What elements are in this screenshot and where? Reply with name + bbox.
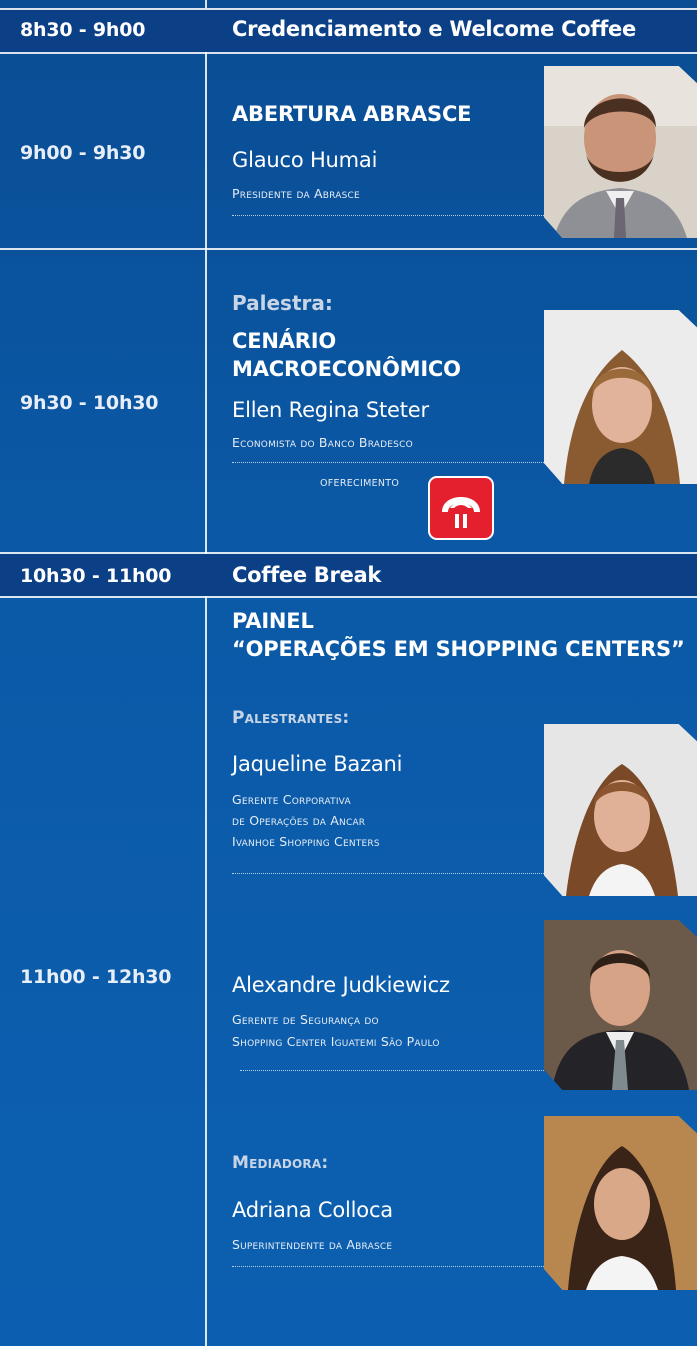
speaker-role: Ivanhoe Shopping Centers <box>232 834 380 849</box>
dotted-rule <box>232 1266 544 1267</box>
speaker-role: Gerente de Segurança do <box>232 1012 379 1027</box>
sponsor-label: OFERECIMENTO <box>320 478 400 489</box>
session-kicker: Palestra: <box>232 291 333 315</box>
dotted-rule <box>232 215 544 216</box>
bradesco-logo <box>428 476 494 540</box>
dotted-rule <box>232 873 544 874</box>
speaker-role: Superintendente da Abrasce <box>232 1237 393 1252</box>
session-heading: CENÁRIO <box>232 329 337 353</box>
timeline-divider <box>205 0 207 1346</box>
speaker-name: Adriana Colloca <box>232 1198 393 1222</box>
speaker-role: Presidente da Abrasce <box>232 186 360 201</box>
time-slot: 9h00 - 9h30 <box>20 142 146 164</box>
divider <box>0 596 697 598</box>
speakers-label: Palestrantes: <box>232 708 350 728</box>
speaker-photo <box>544 724 697 896</box>
dotted-rule <box>232 462 544 463</box>
speaker-photo <box>544 66 697 238</box>
speaker-name: Glauco Humai <box>232 148 378 172</box>
session-title: Coffee Break <box>232 563 382 587</box>
moderator-label: Mediadora: <box>232 1153 329 1173</box>
speaker-name: Jaqueline Bazani <box>232 752 403 776</box>
speaker-name: Alexandre Judkiewicz <box>232 973 450 997</box>
divider <box>0 8 697 10</box>
speaker-role: Gerente Corporativa <box>232 792 351 807</box>
time-slot: 8h30 - 9h00 <box>20 19 146 41</box>
time-slot: 10h30 - 11h00 <box>20 565 172 587</box>
session-heading: ABERTURA ABRASCE <box>232 102 472 126</box>
session-heading: PAINEL <box>232 609 314 633</box>
speaker-role: de Operações da Ancar <box>232 813 366 828</box>
speaker-role: Economista do Banco Bradesco <box>232 435 413 450</box>
speaker-name: Ellen Regina Steter <box>232 398 429 422</box>
divider <box>0 248 697 250</box>
speaker-photo <box>544 1116 697 1290</box>
divider <box>0 52 697 54</box>
session-title: Credenciamento e Welcome Coffee <box>232 17 636 41</box>
speaker-photo <box>544 310 697 484</box>
time-slot: 9h30 - 10h30 <box>20 392 159 414</box>
session-heading: “OPERAÇÕES EM SHOPPING CENTERS” <box>232 637 685 661</box>
speaker-photo <box>544 920 697 1090</box>
agenda-page: { "rows": { "r1": { "time": "8h30 - 9h00… <box>0 0 697 1346</box>
time-slot: 11h00 - 12h30 <box>20 966 172 988</box>
dotted-rule <box>240 1070 544 1071</box>
session-heading: MACROECONÔMICO <box>232 357 461 381</box>
speaker-role: Shopping Center Iguatemi São Paulo <box>232 1034 440 1049</box>
